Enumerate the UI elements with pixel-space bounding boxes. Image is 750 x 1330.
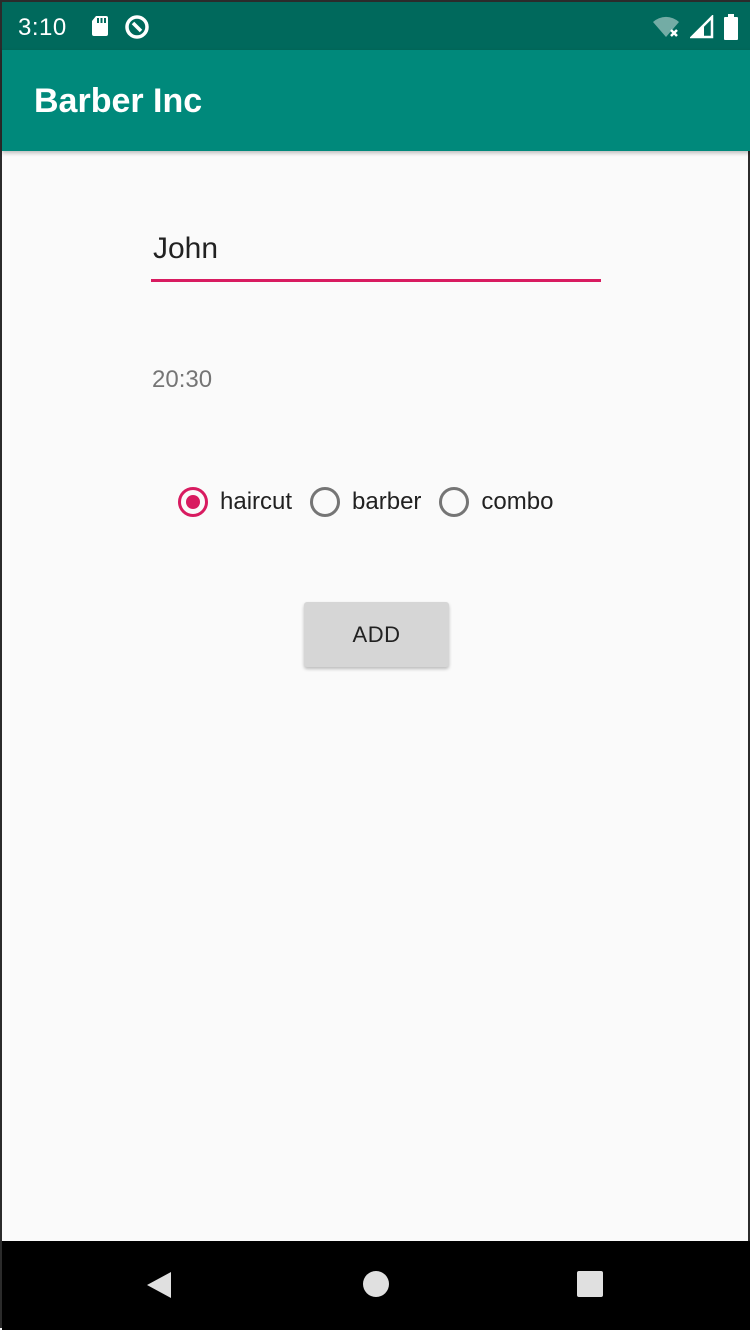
signal-icon: [688, 13, 714, 44]
name-input[interactable]: [151, 226, 601, 282]
add-button[interactable]: ADD: [304, 602, 449, 667]
time-picker-text[interactable]: 20:30: [152, 366, 212, 394]
screen: 3:10 Barber Inc 20:30: [0, 0, 750, 1330]
radio-unchecked-icon[interactable]: [310, 487, 341, 517]
service-radio-group: haircut barber combo: [178, 483, 571, 521]
sd-card-icon: [90, 14, 110, 45]
app-bar: Barber Inc: [2, 50, 750, 151]
recents-icon[interactable]: [577, 1271, 603, 1302]
app-title: Barber Inc: [34, 82, 203, 120]
radio-unchecked-icon[interactable]: [439, 487, 470, 517]
radio-label[interactable]: haircut: [220, 488, 292, 516]
back-icon[interactable]: [144, 1270, 174, 1305]
radio-checked-icon[interactable]: [178, 487, 208, 517]
radio-option-combo[interactable]: combo: [439, 487, 553, 517]
radio-label[interactable]: barber: [352, 488, 421, 516]
navigation-bar: [2, 1241, 750, 1330]
radio-option-haircut[interactable]: haircut: [178, 487, 292, 517]
radio-label[interactable]: combo: [481, 488, 553, 516]
status-time: 3:10: [18, 14, 67, 41]
status-bar: 3:10: [2, 2, 750, 50]
battery-icon: [724, 14, 738, 45]
home-icon[interactable]: [362, 1270, 390, 1303]
radio-option-barber[interactable]: barber: [310, 487, 421, 517]
sync-icon: [124, 14, 150, 45]
wifi-icon: [652, 15, 680, 44]
